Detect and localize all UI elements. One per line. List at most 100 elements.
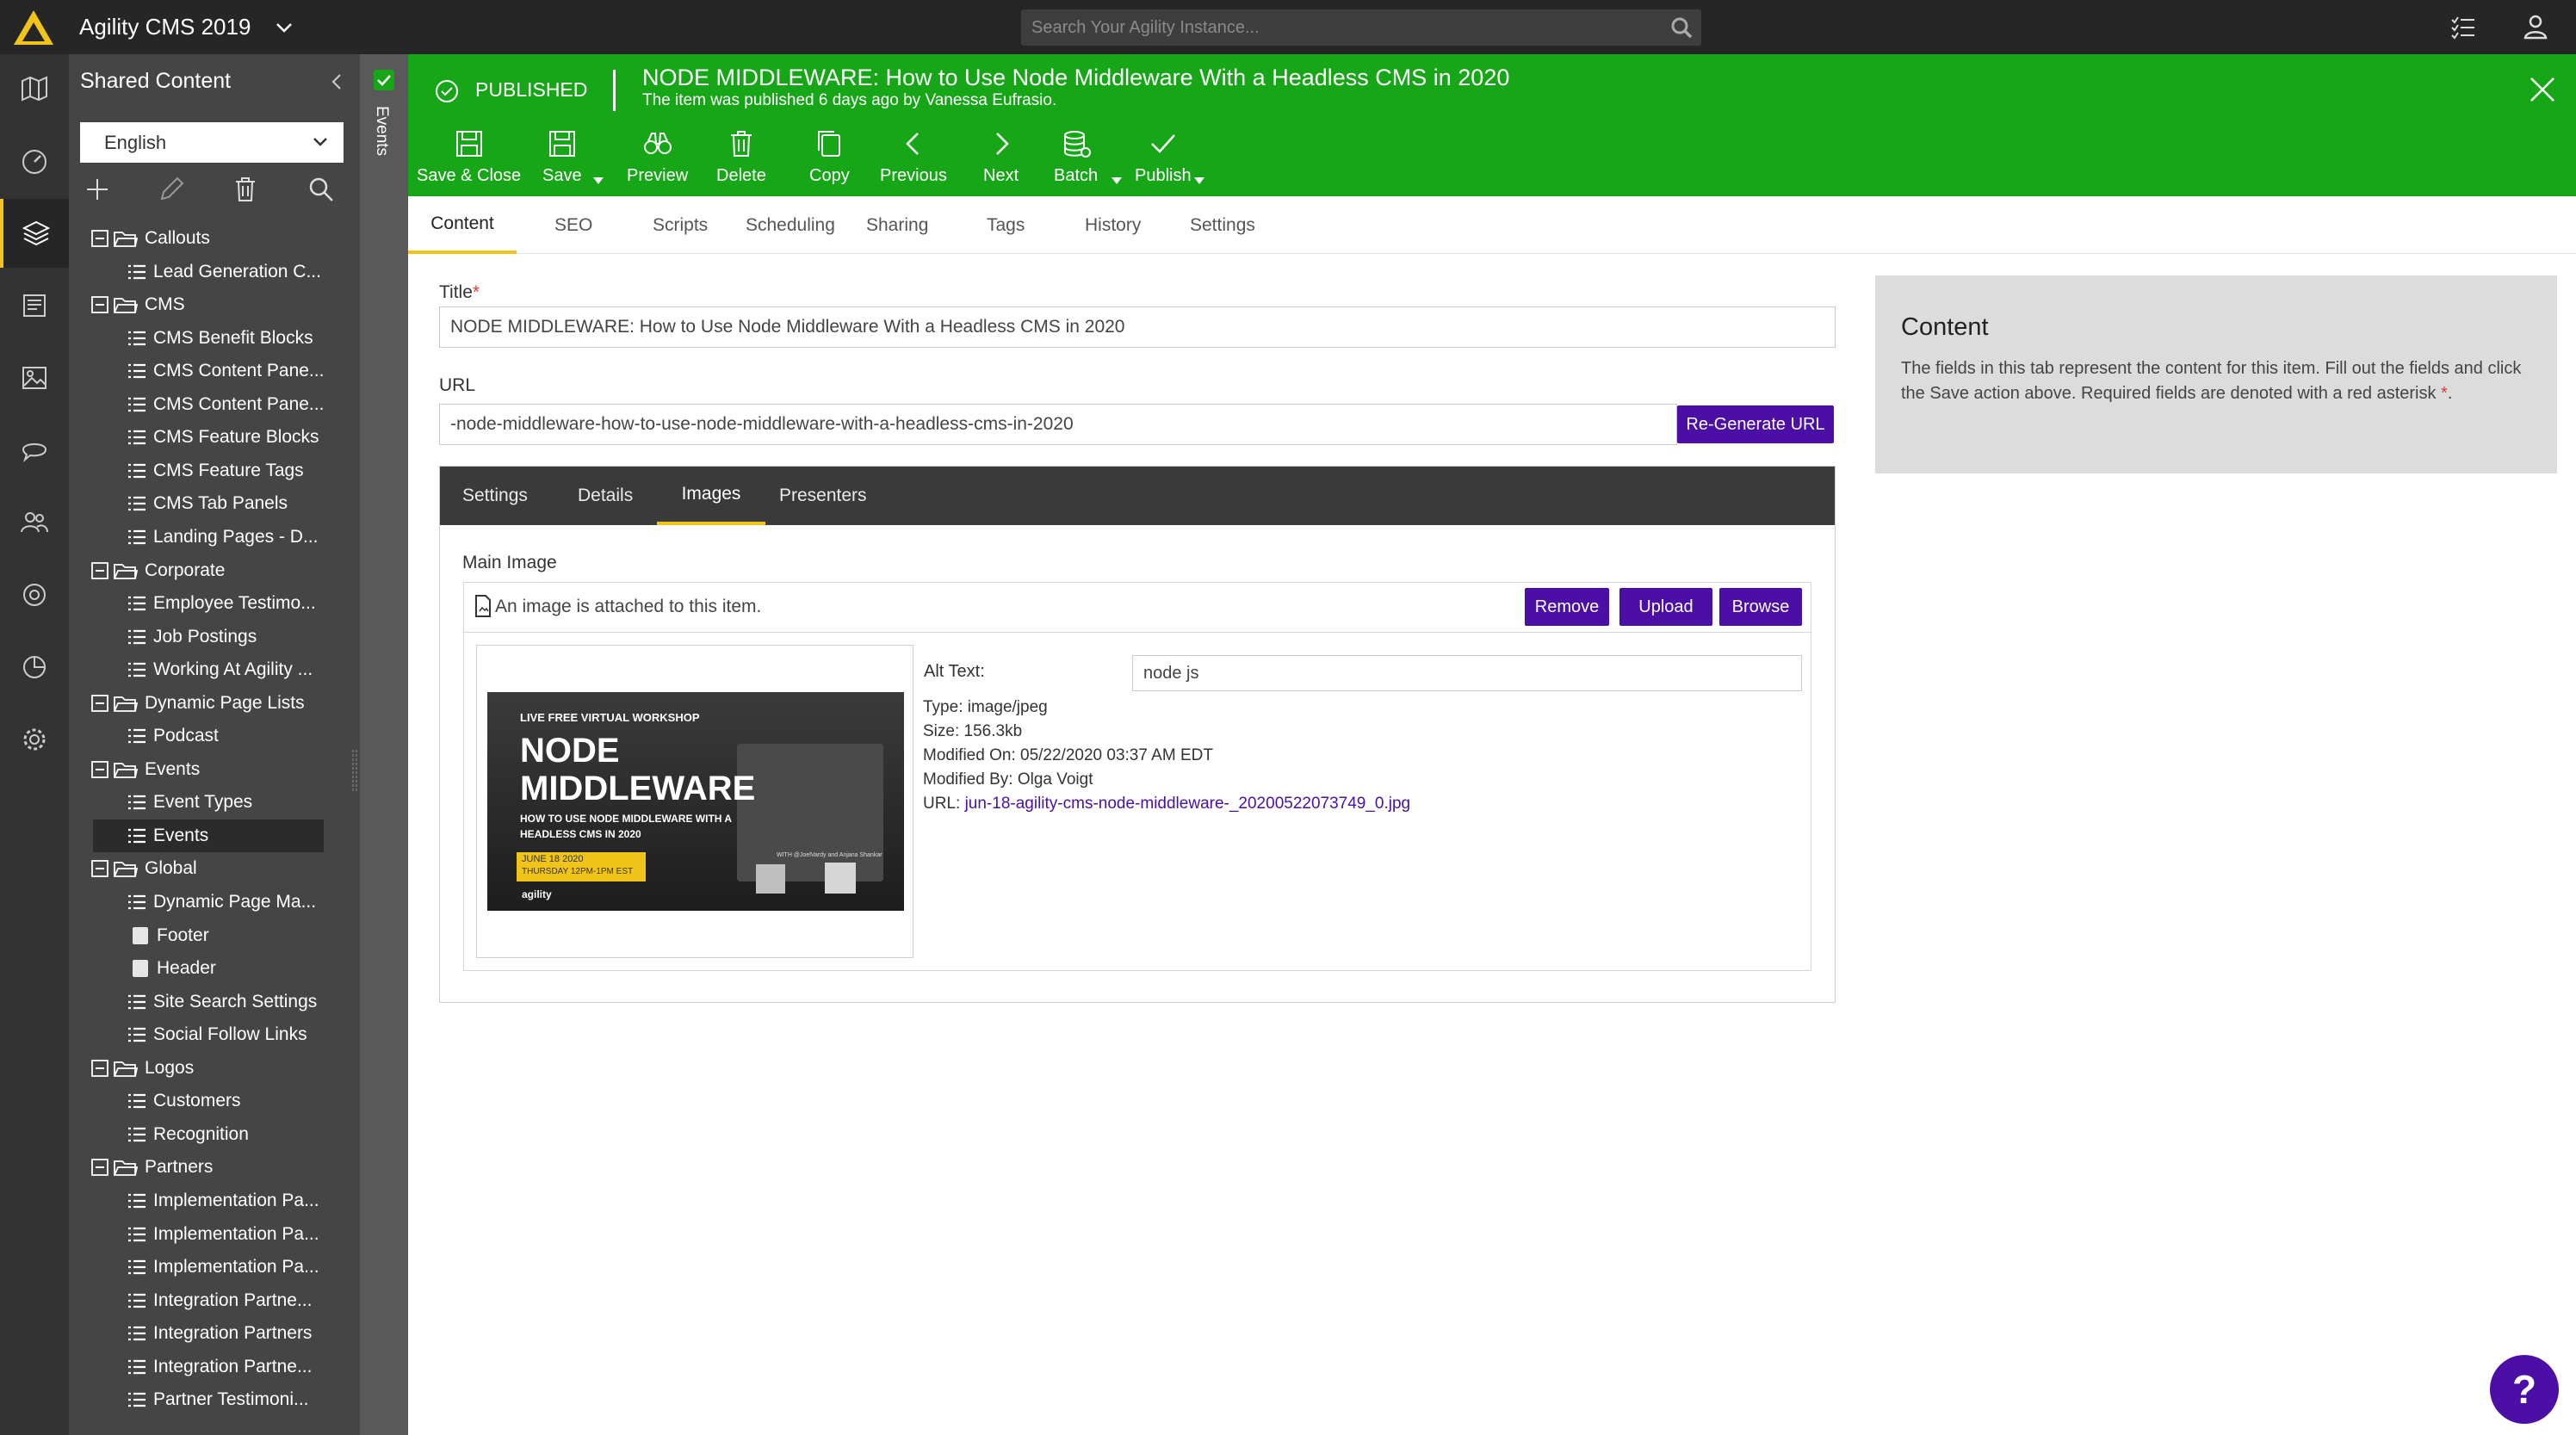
tab-group-details[interactable]: Details xyxy=(578,467,633,525)
tree-item[interactable]: Integration Partne... xyxy=(127,1284,312,1317)
rail-pages[interactable] xyxy=(0,271,69,340)
remove-image-button[interactable]: Remove xyxy=(1525,588,1609,626)
copy-button[interactable]: Copy xyxy=(809,128,850,189)
agility-logo-icon[interactable] xyxy=(12,9,55,46)
tree-folder[interactable]: Dynamic Page Lists xyxy=(91,687,305,720)
tree-folder[interactable]: Events xyxy=(91,753,200,786)
tree-item[interactable]: Footer xyxy=(133,919,209,952)
tree-folder[interactable]: Logos xyxy=(91,1052,194,1085)
collapse-toggle-icon[interactable] xyxy=(91,230,108,247)
close-icon[interactable] xyxy=(2528,75,2557,104)
publish-dropdown-caret-icon[interactable] xyxy=(1193,176,1205,185)
rail-analytics[interactable] xyxy=(0,633,69,702)
browse-image-button[interactable]: Browse xyxy=(1719,588,1802,626)
previous-button[interactable]: Previous xyxy=(880,128,947,189)
help-button[interactable]: ? xyxy=(2490,1355,2559,1424)
batch-button[interactable]: Batch xyxy=(1054,128,1098,189)
rail-media[interactable] xyxy=(0,343,69,412)
tab-group-presenters[interactable]: Presenters xyxy=(779,467,867,525)
resize-handle[interactable] xyxy=(351,750,358,793)
collapse-toggle-icon[interactable] xyxy=(91,561,108,579)
image-url-link[interactable]: jun-18-agility-cms-node-middleware-_2020… xyxy=(965,795,1411,813)
collapse-toggle-icon[interactable] xyxy=(91,1159,108,1177)
batch-dropdown-caret-icon[interactable] xyxy=(1111,176,1123,185)
tab-scripts[interactable]: Scripts xyxy=(653,196,708,254)
tree-item[interactable]: Integration Partners xyxy=(127,1317,312,1350)
collapse-toggle-icon[interactable] xyxy=(91,1059,108,1077)
tree-item[interactable]: Working At Agility ... xyxy=(127,653,313,686)
tree-item[interactable]: Integration Partne... xyxy=(127,1351,312,1383)
next-button[interactable]: Next xyxy=(983,128,1019,189)
chevron-down-icon[interactable] xyxy=(274,17,294,38)
tab-group-images[interactable]: Images xyxy=(657,467,765,525)
tree-item[interactable]: CMS Tab Panels xyxy=(127,487,288,520)
tasks-icon[interactable] xyxy=(2450,15,2476,40)
rail-dashboard[interactable] xyxy=(0,127,69,195)
tree-item[interactable]: Landing Pages - D... xyxy=(127,521,318,554)
preview-button[interactable]: Preview xyxy=(627,128,688,189)
rail-content[interactable] xyxy=(0,199,69,268)
tree-item[interactable]: Lead Generation C... xyxy=(127,256,321,288)
delete-button[interactable]: Delete xyxy=(716,128,766,189)
tree-item[interactable]: CMS Content Pane... xyxy=(127,355,324,387)
tab-tags[interactable]: Tags xyxy=(987,196,1025,254)
search-input[interactable] xyxy=(1031,9,1651,46)
title-field[interactable]: NODE MIDDLEWARE: How to Use Node Middlew… xyxy=(439,306,1836,348)
rail-comments[interactable] xyxy=(0,416,69,485)
tree-item[interactable]: Implementation Pa... xyxy=(127,1184,319,1217)
tree-item[interactable]: CMS Content Pane... xyxy=(127,388,324,421)
collapse-toggle-icon[interactable] xyxy=(91,760,108,778)
trash-icon[interactable] xyxy=(231,175,260,204)
app-title[interactable]: Agility CMS 2019 xyxy=(79,14,251,40)
regenerate-url-button[interactable]: Re-Generate URL xyxy=(1677,405,1834,443)
tab-history[interactable]: History xyxy=(1085,196,1141,254)
tab-settings[interactable]: Settings xyxy=(1190,196,1255,254)
url-field[interactable]: -node-middleware-how-to-use-node-middlew… xyxy=(439,404,1677,445)
user-icon[interactable] xyxy=(2523,14,2548,40)
tree-item[interactable]: Recognition xyxy=(127,1118,249,1151)
rail-settings[interactable] xyxy=(0,705,69,774)
tree-item[interactable]: CMS Feature Tags xyxy=(127,455,304,487)
language-select[interactable]: English xyxy=(80,122,344,163)
tree-item[interactable]: Implementation Pa... xyxy=(127,1251,319,1283)
tree-item[interactable]: Job Postings xyxy=(127,621,257,653)
publish-button[interactable]: Publish xyxy=(1135,128,1192,189)
tree-item[interactable]: Events xyxy=(93,819,324,852)
tree-folder[interactable]: Callouts xyxy=(91,222,210,255)
tree-item[interactable]: Site Search Settings xyxy=(127,986,317,1018)
collapse-toggle-icon[interactable] xyxy=(91,694,108,712)
tree-item[interactable]: Partner Testimoni... xyxy=(127,1383,309,1416)
module-label[interactable]: Events xyxy=(372,106,391,156)
collapse-toggle-icon[interactable] xyxy=(91,860,108,878)
tree-item[interactable]: CMS Benefit Blocks xyxy=(127,322,313,355)
alt-text-field[interactable]: node js xyxy=(1132,655,1802,691)
tree-item[interactable]: Employee Testimo... xyxy=(127,587,316,620)
tree-item[interactable]: Header xyxy=(133,952,216,985)
upload-image-button[interactable]: Upload xyxy=(1619,588,1712,626)
edit-icon[interactable] xyxy=(157,175,186,204)
rail-getting-started[interactable] xyxy=(0,54,69,123)
tree-item[interactable]: Podcast xyxy=(127,720,219,752)
tree-folder[interactable]: CMS xyxy=(91,288,185,321)
tab-sharing[interactable]: Sharing xyxy=(866,196,928,254)
add-icon[interactable] xyxy=(83,175,112,204)
tree-item[interactable]: Social Follow Links xyxy=(127,1018,307,1051)
tree-item[interactable]: Event Types xyxy=(127,786,252,819)
collapse-toggle-icon[interactable] xyxy=(91,296,108,313)
save-button[interactable]: Save xyxy=(542,128,582,189)
tree-folder[interactable]: Corporate xyxy=(91,554,225,587)
tab-group-settings[interactable]: Settings xyxy=(462,467,528,525)
image-thumbnail-frame[interactable]: LIVE FREE VIRTUAL WORKSHOP NODE MIDDLEWA… xyxy=(476,645,913,958)
collapse-panel-icon[interactable] xyxy=(327,71,346,92)
search-icon[interactable] xyxy=(1670,16,1693,39)
tree-folder[interactable]: Global xyxy=(91,852,197,885)
search-icon[interactable] xyxy=(307,175,336,204)
tree-item[interactable]: Dynamic Page Ma... xyxy=(127,886,316,919)
save-dropdown-caret-icon[interactable] xyxy=(592,176,604,185)
tree-item[interactable]: CMS Feature Blocks xyxy=(127,421,319,454)
rail-users[interactable] xyxy=(0,488,69,557)
tab-scheduling[interactable]: Scheduling xyxy=(746,196,835,254)
tree-item[interactable]: Customers xyxy=(127,1085,241,1117)
save-close-button[interactable]: Save & Close xyxy=(417,128,521,189)
tab-content[interactable]: Content xyxy=(408,196,517,254)
